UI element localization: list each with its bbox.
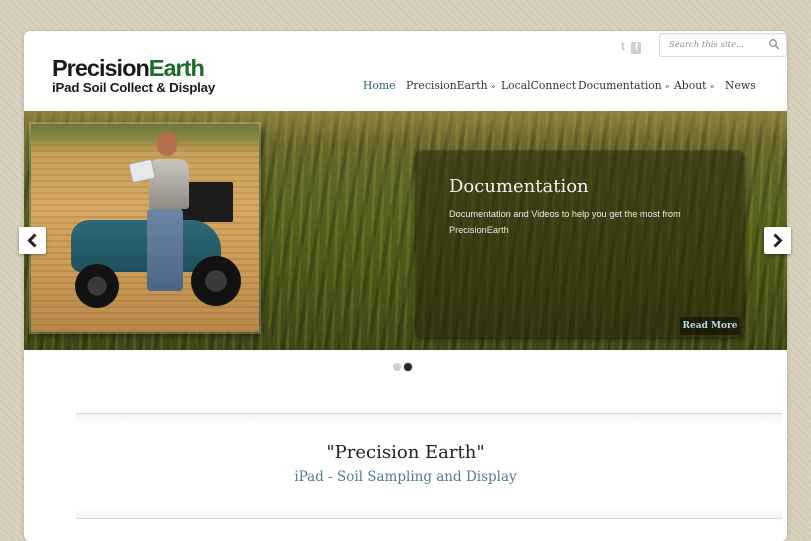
logo-wordmark-precision: Precision [52, 55, 150, 81]
nav-item-home[interactable]: Home [363, 79, 396, 93]
twitter-icon[interactable]: t [621, 40, 630, 52]
section-divider-shadow [76, 414, 782, 424]
logo-tagline: iPad Soil Collect & Display [52, 80, 216, 95]
nav-item-label: PrecisionEarth [406, 79, 488, 92]
section-divider-shadow [76, 508, 782, 518]
slider-prev-button[interactable] [19, 227, 46, 254]
nav-item-about[interactable]: About» [674, 79, 714, 94]
search-input[interactable] [669, 38, 765, 52]
farmer-shirt [149, 159, 189, 209]
read-more-button[interactable]: Read More [680, 317, 740, 335]
treeline [31, 124, 259, 141]
submenu-arrow-icon: » [709, 82, 715, 91]
nav-item-documentation[interactable]: Documentation» [578, 79, 670, 94]
nav-item-label: News [725, 79, 756, 92]
logo-wordmark: PrecisionEarth [52, 56, 215, 80]
slider-next-button[interactable] [764, 227, 791, 254]
farmer-figure [147, 209, 183, 291]
slider-dot-2[interactable] [404, 363, 412, 371]
social-links: tf [621, 40, 643, 54]
slider-dot-1[interactable] [393, 363, 401, 371]
intro-subheadline: iPad - Soil Sampling and Display [294, 469, 517, 485]
site-logo[interactable]: PrecisionEarth iPad Soil Collect & Displ… [52, 56, 215, 95]
nav-item-label: Documentation [578, 79, 662, 92]
intro-headline: "Precision Earth" [326, 442, 485, 463]
nav-item-precisionearth[interactable]: PrecisionEarth» [406, 79, 495, 94]
submenu-arrow-icon: » [664, 82, 670, 91]
logo-wordmark-earth: Earth [148, 55, 205, 81]
search-icon[interactable] [768, 38, 780, 50]
page-container: tf PrecisionEarth iPad Soil Collect & Di… [24, 31, 787, 541]
slide-caption: Documentation Documentation and Videos t… [416, 151, 744, 338]
chevron-right-icon [773, 233, 783, 248]
farmer-head [157, 132, 177, 156]
atv-wheel [75, 264, 119, 308]
facebook-icon[interactable]: f [631, 42, 641, 54]
slide-photo-farmer-atv [31, 124, 259, 332]
section-divider [76, 518, 782, 519]
section-divider [76, 413, 782, 414]
search-box [659, 33, 787, 57]
nav-item-news[interactable]: News [725, 79, 756, 93]
slide-caption-title: Documentation [449, 176, 589, 197]
nav-item-label: LocalConnect [501, 79, 577, 92]
chevron-left-icon [27, 233, 37, 248]
nav-item-localconnect[interactable]: LocalConnect [501, 79, 576, 93]
slide-caption-text: Documentation and Videos to help you get… [449, 209, 681, 235]
submenu-arrow-icon: » [490, 82, 496, 91]
nav-item-label: About [674, 79, 707, 92]
nav-item-label: Home [363, 79, 396, 92]
featured-slider: Documentation Documentation and Videos t… [24, 111, 787, 350]
atv-wheel [191, 256, 241, 306]
